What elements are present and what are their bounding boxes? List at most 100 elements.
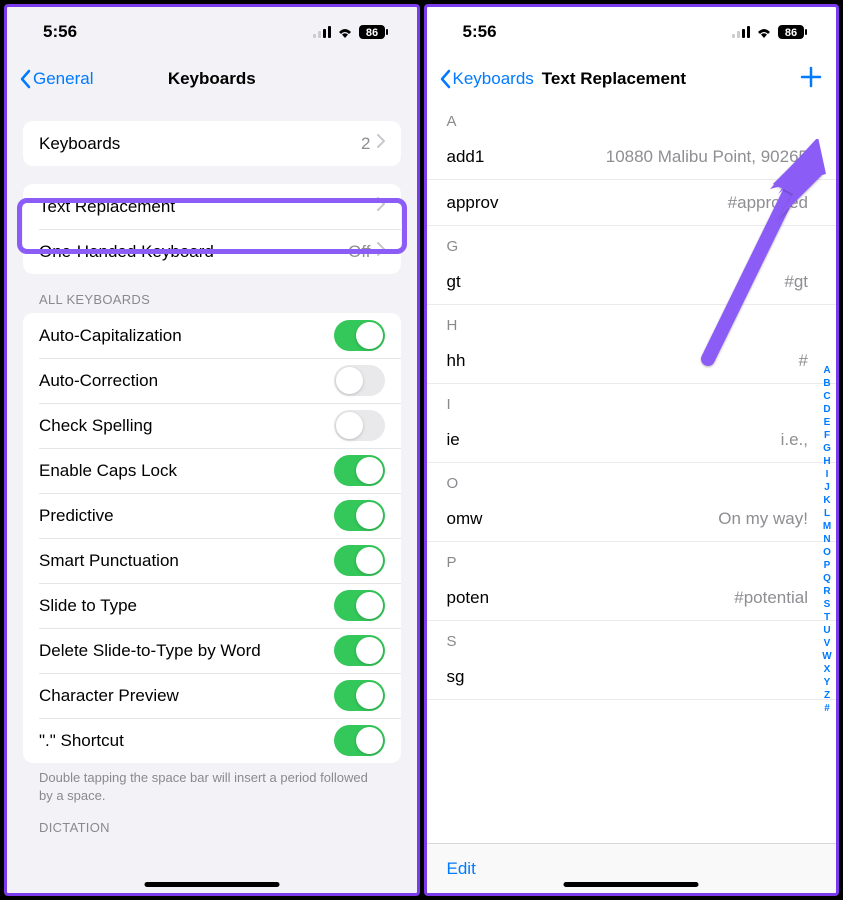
replacement-row[interactable]: iei.e.,: [427, 417, 837, 463]
index-letter[interactable]: I: [820, 468, 834, 481]
page-title: Keyboards: [168, 69, 256, 89]
toggle-switch[interactable]: [334, 365, 385, 396]
toggle-switch[interactable]: [334, 320, 385, 351]
index-letter[interactable]: N: [820, 533, 834, 546]
row-one-handed[interactable]: One-Handed Keyboard Off: [23, 229, 401, 274]
phrase-text: #: [799, 351, 808, 371]
back-label: Keyboards: [453, 69, 534, 89]
cellular-signal-icon: [732, 26, 750, 38]
back-button[interactable]: General: [19, 69, 93, 89]
toggle-row: "." Shortcut: [23, 718, 401, 763]
toggle-label: Predictive: [39, 506, 334, 526]
toggle-label: Auto-Correction: [39, 371, 334, 391]
toggle-switch[interactable]: [334, 725, 385, 756]
toggle-label: Check Spelling: [39, 416, 334, 436]
replacement-row[interactable]: approv#approved: [427, 180, 837, 226]
toggle-switch[interactable]: [334, 680, 385, 711]
toggle-row: Enable Caps Lock: [23, 448, 401, 493]
index-letter[interactable]: C: [820, 390, 834, 403]
toggle-label: Smart Punctuation: [39, 551, 334, 571]
toggle-row: Character Preview: [23, 673, 401, 718]
settings-content: Keyboards 2 Text Replacement One-Handed …: [7, 101, 417, 893]
index-letter[interactable]: W: [820, 650, 834, 663]
row-text-replacement[interactable]: Text Replacement: [23, 184, 401, 229]
index-letter[interactable]: F: [820, 429, 834, 442]
section-header-all-keyboards: ALL KEYBOARDS: [7, 274, 417, 313]
group-all-keyboards: Auto-Capitalization Auto-Correction Check …: [23, 313, 401, 763]
replacement-row[interactable]: sg: [427, 654, 837, 700]
shortcut-text: hh: [447, 351, 799, 371]
index-letter[interactable]: H: [820, 455, 834, 468]
shortcut-text: sg: [447, 667, 809, 687]
replacement-row[interactable]: hh#: [427, 338, 837, 384]
chevron-left-icon: [439, 69, 451, 89]
row-keyboards[interactable]: Keyboards 2: [23, 121, 401, 166]
shortcut-text: add1: [447, 147, 606, 167]
index-letter[interactable]: E: [820, 416, 834, 429]
toggle-switch[interactable]: [334, 455, 385, 486]
home-indicator[interactable]: [144, 882, 279, 887]
index-letter[interactable]: G: [820, 442, 834, 455]
section-letter-header: A: [427, 101, 837, 134]
replacement-row[interactable]: omwOn my way!: [427, 496, 837, 542]
edit-button[interactable]: Edit: [447, 859, 476, 879]
row-label: Keyboards: [39, 134, 361, 154]
section-letter-header: H: [427, 305, 837, 338]
back-button[interactable]: Keyboards: [439, 69, 534, 89]
toggle-row: Auto-Capitalization: [23, 313, 401, 358]
index-letter[interactable]: S: [820, 598, 834, 611]
page-title: Text Replacement: [542, 69, 686, 89]
index-letter[interactable]: X: [820, 663, 834, 676]
battery-icon: 86: [778, 25, 808, 39]
toggle-row: Slide to Type: [23, 583, 401, 628]
index-letter[interactable]: K: [820, 494, 834, 507]
index-letter[interactable]: B: [820, 377, 834, 390]
shortcut-text: ie: [447, 430, 781, 450]
add-button[interactable]: [800, 65, 822, 93]
phrase-text: 10880 Malibu Point, 90265: [606, 147, 808, 167]
replacement-row[interactable]: add110880 Malibu Point, 90265: [427, 134, 837, 180]
shortcut-text: approv: [447, 193, 728, 213]
toggle-label: Delete Slide-to-Type by Word: [39, 641, 334, 661]
index-letter[interactable]: T: [820, 611, 834, 624]
index-letter[interactable]: J: [820, 481, 834, 494]
nav-bar: Keyboards Text Replacement: [427, 57, 837, 101]
home-indicator[interactable]: [564, 882, 699, 887]
toggle-row: Smart Punctuation: [23, 538, 401, 583]
chevron-left-icon: [19, 69, 31, 89]
toggle-switch[interactable]: [334, 635, 385, 666]
section-index-scrubber[interactable]: ABCDEFGHIJKLMNOPQRSTUVWXYZ#: [820, 231, 834, 848]
status-time: 5:56: [43, 22, 77, 42]
index-letter[interactable]: L: [820, 507, 834, 520]
index-letter[interactable]: A: [820, 364, 834, 377]
section-footer: Double tapping the space bar will insert…: [7, 763, 417, 806]
toggle-label: Character Preview: [39, 686, 334, 706]
toggle-row: Check Spelling: [23, 403, 401, 448]
toggle-switch[interactable]: [334, 410, 385, 441]
index-letter[interactable]: Y: [820, 676, 834, 689]
section-letter-header: G: [427, 226, 837, 259]
group-text-options: Text Replacement One-Handed Keyboard Off: [23, 184, 401, 274]
index-letter[interactable]: Z: [820, 689, 834, 702]
toggle-switch[interactable]: [334, 590, 385, 621]
replacements-list[interactable]: Aadd110880 Malibu Point, 90265approv#app…: [427, 101, 837, 893]
section-letter-header: P: [427, 542, 837, 575]
index-letter[interactable]: M: [820, 520, 834, 533]
back-label: General: [33, 69, 93, 89]
index-letter[interactable]: P: [820, 559, 834, 572]
index-letter[interactable]: U: [820, 624, 834, 637]
index-letter[interactable]: O: [820, 546, 834, 559]
toggle-switch[interactable]: [334, 500, 385, 531]
section-letter-header: O: [427, 463, 837, 496]
index-letter[interactable]: Q: [820, 572, 834, 585]
toggle-switch[interactable]: [334, 545, 385, 576]
index-letter[interactable]: #: [820, 702, 834, 715]
index-letter[interactable]: D: [820, 403, 834, 416]
replacement-row[interactable]: gt#gt: [427, 259, 837, 305]
index-letter[interactable]: V: [820, 637, 834, 650]
row-label: One-Handed Keyboard: [39, 242, 348, 262]
replacement-row[interactable]: poten#potential: [427, 575, 837, 621]
phrase-text: #approved: [728, 193, 808, 213]
status-bar: 5:56 86: [7, 7, 417, 57]
index-letter[interactable]: R: [820, 585, 834, 598]
